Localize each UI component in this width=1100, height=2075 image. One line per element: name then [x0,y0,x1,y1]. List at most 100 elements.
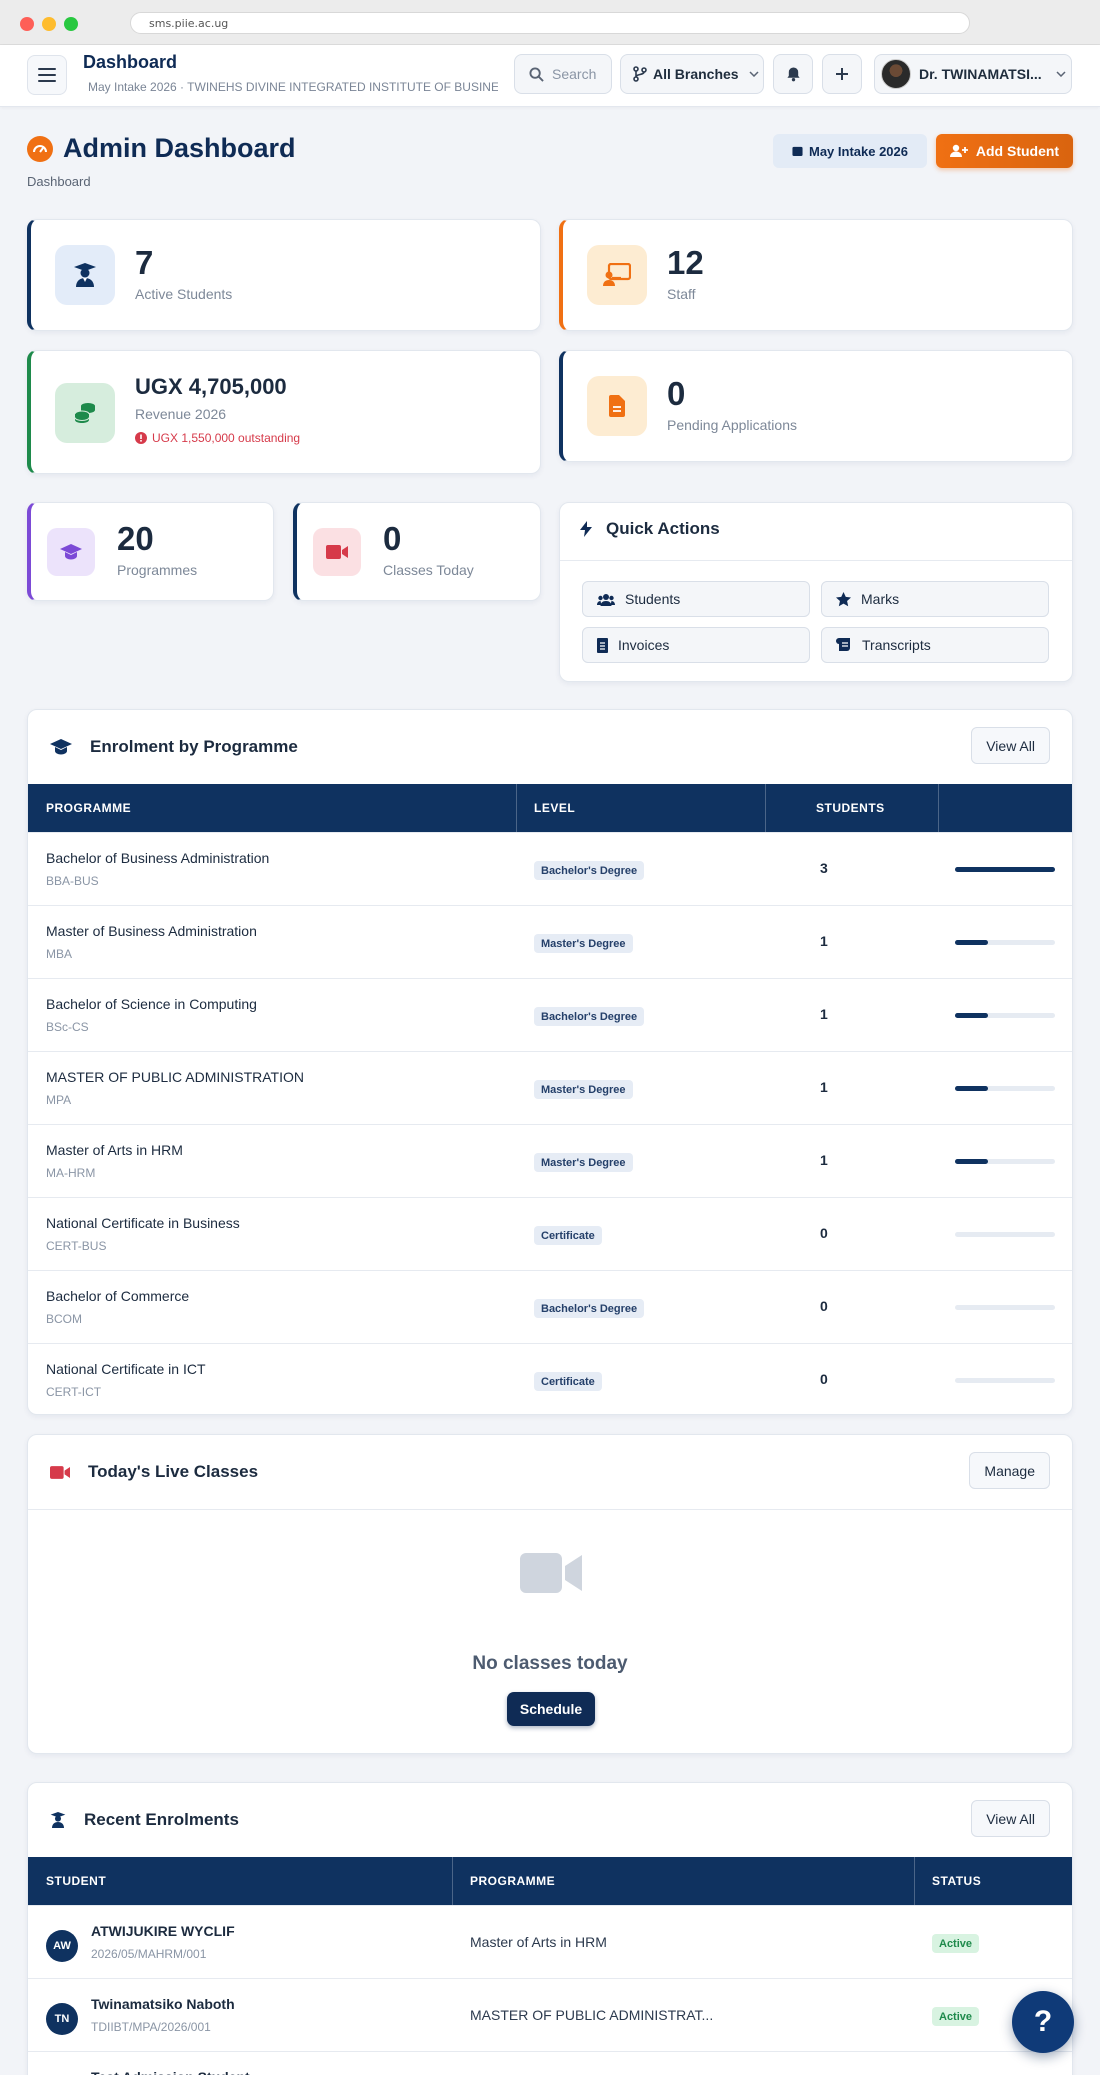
calendar-icon [792,146,803,157]
intake-selector[interactable]: May Intake 2026 [773,134,927,168]
table-row[interactable]: MASTER OF PUBLIC ADMINISTRATION MPA Master… [28,1051,1072,1124]
teacher-board-icon [587,245,647,305]
table-row[interactable]: Master of Arts in HRM MA-HRM Master's Degr… [28,1124,1072,1197]
level-badge: Master's Degree [534,1080,633,1099]
stat-card-active-students[interactable]: 7 Active Students [27,219,541,331]
programme-name[interactable]: Bachelor of Business Administration [46,850,269,866]
stat-card-staff[interactable]: 12 Staff [559,219,1073,331]
student-count: 1 [820,933,828,949]
col-programme[interactable]: PROGRAMME [470,1857,555,1905]
quick-add-button[interactable] [822,54,862,94]
table-row[interactable]: AW ATWIJUKIRE WYCLIF 2026/05/MAHRM/001 Mast… [28,1905,1072,1978]
user-menu[interactable]: Dr. TWINAMATSI... [874,54,1072,94]
branch-label: All Branches [653,66,739,82]
student-count: 1 [820,1079,828,1095]
manage-classes-button[interactable]: Manage [969,1452,1050,1489]
col-student[interactable]: STUDENT [46,1857,106,1905]
table-row[interactable]: Bachelor of Commerce BCOM Bachelor's Degre… [28,1270,1072,1343]
programme-name[interactable]: National Certificate in ICT [46,1361,206,1377]
breadcrumb[interactable]: Dashboard [27,174,91,189]
col-programme[interactable]: PROGRAMME [46,784,131,832]
recent-view-all-button[interactable]: View All [971,1800,1050,1837]
search-button[interactable]: Search [514,54,612,94]
stat-card-programmes[interactable]: 20 Programmes [27,502,274,601]
video-camera-icon [313,528,361,576]
minimize-window-icon[interactable] [42,17,56,31]
student-name[interactable]: Test Admission Student [91,2069,250,2075]
recent-enrolments-header: Recent Enrolments [50,1783,239,1857]
enrolment-progress-bar [955,1013,1055,1018]
quick-action-marks[interactable]: Marks [821,581,1049,617]
enrolment-progress-fill [955,940,988,945]
table-row[interactable]: National Certificate in Business CERT-BUS… [28,1197,1072,1270]
stat-card-classes-today[interactable]: 0 Classes Today [293,502,541,601]
notifications-button[interactable] [773,54,813,94]
quick-action-label: Marks [861,591,900,607]
programme-name[interactable]: Bachelor of Commerce [46,1288,189,1304]
col-level[interactable]: LEVEL [534,784,575,832]
table-row[interactable]: TATest Admission Student [28,2051,1072,2075]
stat-card-pending-applications[interactable]: 0 Pending Applications [559,350,1073,462]
help-button[interactable]: ? [1012,1991,1074,2053]
level-badge: Bachelor's Degree [534,1007,645,1026]
programme-name[interactable]: Master of Business Administration [46,923,257,939]
status-badge: Active [932,2007,980,2026]
video-camera-icon [50,1465,70,1479]
programme-name[interactable]: National Certificate in Business [46,1215,240,1231]
no-classes-message: No classes today [472,1653,628,1674]
topbar-subtitle: May Intake 2026 · TWINEHS DIVINE INTEGRA… [83,80,498,94]
add-student-button[interactable]: Add Student [936,134,1073,168]
student-name[interactable]: ATWIJUKIRE WYCLIF [91,1923,235,1939]
add-student-label: Add Student [975,143,1060,159]
col-status[interactable]: STATUS [932,1857,981,1905]
table-row[interactable]: TN Twinamatsiko Naboth TDIIBT/MPA/2026/001… [28,1978,1072,2051]
quick-action-transcripts[interactable]: Transcripts [821,627,1049,663]
quick-actions-title: Quick Actions [606,519,720,538]
stat-value: 0 [667,375,686,412]
schedule-class-button[interactable]: Schedule [507,1692,595,1726]
close-window-icon[interactable] [20,17,34,31]
quick-actions-card: Quick Actions Students Marks Invoices Tr… [559,502,1073,682]
search-icon [529,66,544,82]
stat-card-revenue[interactable]: UGX 4,705,000 Revenue 2026 UGX 1,550,000… [27,350,541,474]
recent-enrolments-title: Recent Enrolments [84,1810,239,1829]
alert-circle-icon [135,432,147,444]
live-classes-card: Today's Live Classes Manage No classes t… [27,1434,1073,1754]
programme-name[interactable]: MASTER OF PUBLIC ADMINISTRATION [46,1069,304,1085]
enrolment-view-all-button[interactable]: View All [971,727,1050,764]
programme-name[interactable]: Master of Arts in HRM [46,1142,183,1158]
page-title: Admin Dashboard [27,133,296,164]
menu-toggle-button[interactable] [27,55,67,95]
table-row[interactable]: Bachelor of Business Administration BBA-B… [28,832,1072,905]
enrolment-title: Enrolment by Programme [90,737,298,756]
avatar: TN [46,2003,78,2035]
dashboard-gauge-icon [27,135,53,162]
enrolment-progress-bar [955,867,1055,872]
registration-number: TDIIBT/MPA/2026/001 [91,2020,211,2034]
address-bar[interactable]: sms.piie.ac.ug [130,12,970,34]
level-badge: Bachelor's Degree [534,1299,645,1318]
maximize-window-icon[interactable] [64,17,78,31]
programme-code: MA-HRM [46,1166,96,1180]
table-row[interactable]: Bachelor of Science in Computing BSc-CS Ba… [28,978,1072,1051]
quick-action-students[interactable]: Students [582,581,810,617]
quick-action-label: Transcripts [862,637,931,653]
quick-action-invoices[interactable]: Invoices [582,627,810,663]
table-row[interactable]: Master of Business Administration MBA Mast… [28,905,1072,978]
programme-code: BSc-CS [46,1020,89,1034]
stat-label: Revenue 2026 [135,406,227,422]
branch-selector[interactable]: All Branches [620,54,764,94]
recent-table-header: STUDENT PROGRAMME STATUS [28,1857,1072,1905]
col-students[interactable]: STUDENTS [816,784,885,832]
enrolment-progress-bar [955,1232,1055,1237]
file-icon [587,376,647,436]
enrolment-progress-fill [955,1086,988,1091]
programme-code: MPA [46,1093,72,1107]
enrolment-header: Enrolment by Programme [50,710,298,784]
plus-icon [836,68,848,80]
table-row[interactable]: National Certificate in ICT CERT-ICT Certi… [28,1343,1072,1414]
live-classes-header: Today's Live Classes [50,1435,258,1509]
student-count: 0 [820,1371,828,1387]
programme-name[interactable]: Bachelor of Science in Computing [46,996,257,1012]
student-name[interactable]: Twinamatsiko Naboth [91,1996,235,2012]
